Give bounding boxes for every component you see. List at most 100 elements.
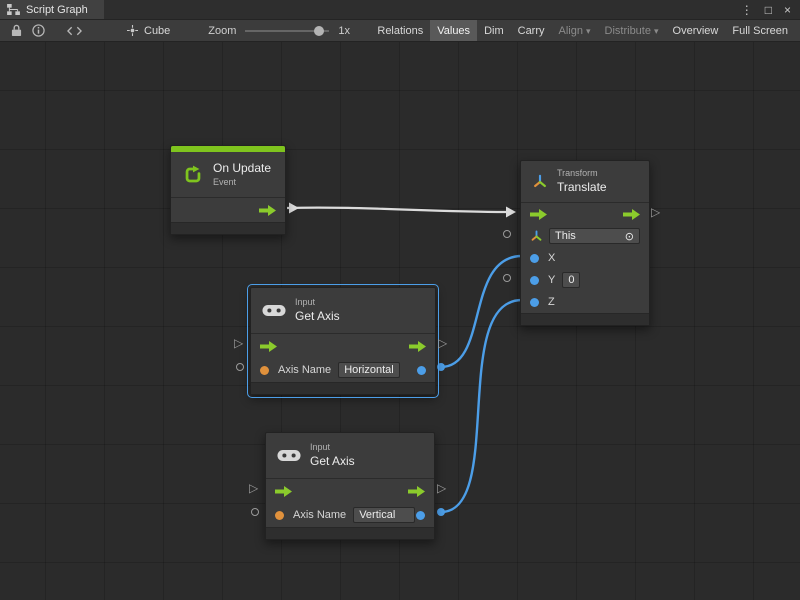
toolbar-button-label: Full Screen bbox=[732, 25, 788, 37]
axis-name-field[interactable]: Vertical bbox=[353, 507, 415, 523]
target-icon bbox=[127, 25, 138, 36]
node-title: On Update bbox=[213, 161, 271, 177]
lock-icon bbox=[11, 24, 22, 37]
gamepad-icon bbox=[277, 448, 301, 463]
node-title: Translate bbox=[557, 180, 607, 196]
wire-endpoint-dot bbox=[437, 363, 445, 371]
toolbar-button-label: Overview bbox=[673, 25, 719, 37]
axis-name-label: Axis Name bbox=[278, 364, 331, 376]
code-icon bbox=[67, 26, 82, 36]
wire-flow-update-to-translate[interactable] bbox=[287, 208, 506, 212]
transform-mini-icon bbox=[530, 230, 543, 243]
info-icon bbox=[32, 24, 45, 37]
toolbar-button-fullscreen[interactable]: Full Screen bbox=[725, 20, 795, 41]
zoom-value: 1x bbox=[338, 25, 350, 37]
flow-output-port[interactable] bbox=[623, 209, 640, 220]
node-on-update-header: On Update Event bbox=[171, 152, 285, 198]
lock-button[interactable] bbox=[5, 22, 27, 40]
node-translate[interactable]: Transform Translate This bbox=[520, 160, 650, 326]
toolbar-button-label: Relations bbox=[377, 25, 423, 37]
node-footer bbox=[251, 382, 435, 394]
code-view-button[interactable] bbox=[63, 22, 85, 40]
this-object-field[interactable]: This ⊙ bbox=[549, 228, 640, 244]
axis-name-input-port[interactable] bbox=[275, 511, 284, 520]
toolbar-button-label: Align bbox=[559, 25, 583, 37]
node-translate-header: Transform Translate bbox=[521, 161, 649, 203]
port-y[interactable] bbox=[530, 276, 539, 285]
graph-target-selector[interactable]: Cube bbox=[119, 25, 178, 37]
node-get-axis-horizontal[interactable]: Input Get Axis Axis Name Horizontal bbox=[250, 287, 436, 395]
flow-output-port[interactable] bbox=[408, 486, 425, 497]
zoom-label: Zoom bbox=[208, 25, 236, 37]
graph-canvas[interactable]: On Update Event Transform Transl bbox=[0, 42, 800, 600]
close-icon[interactable]: × bbox=[784, 4, 791, 16]
flow-continuation-port-icon[interactable]: ▷ bbox=[437, 482, 446, 494]
toolbar-button-align[interactable]: Align ▾ bbox=[552, 20, 598, 41]
transform-icon bbox=[532, 174, 548, 190]
toolbar-button-carry[interactable]: Carry bbox=[511, 20, 552, 41]
node-on-update[interactable]: On Update Event bbox=[170, 145, 286, 235]
object-picker-icon[interactable]: ⊙ bbox=[625, 230, 634, 243]
axis-value-output-port[interactable] bbox=[416, 511, 425, 520]
node-category: Input bbox=[295, 297, 340, 309]
node-title: Get Axis bbox=[310, 454, 355, 470]
axis-name-input-port[interactable] bbox=[260, 366, 269, 375]
node-category: Input bbox=[310, 442, 355, 454]
zoom-slider-handle[interactable] bbox=[314, 26, 324, 36]
tab-script-graph[interactable]: Script Graph bbox=[0, 0, 104, 19]
wire-flow-start-arrow-icon bbox=[289, 203, 299, 214]
node-get-axis-vertical[interactable]: Input Get Axis Axis Name Vertical bbox=[265, 432, 435, 540]
tab-title: Script Graph bbox=[26, 4, 88, 16]
wire-horizontal-to-x[interactable] bbox=[441, 256, 522, 367]
node-footer bbox=[521, 313, 649, 325]
script-graph-icon bbox=[7, 4, 20, 15]
axis-name-field[interactable]: Horizontal bbox=[338, 362, 400, 378]
port-x-label: X bbox=[548, 252, 555, 264]
flow-continuation-port-icon[interactable]: ▷ bbox=[651, 206, 660, 218]
wire-vertical-to-z[interactable] bbox=[441, 300, 522, 512]
zoom-slider[interactable] bbox=[245, 25, 329, 37]
axis-name-port-ring[interactable] bbox=[251, 508, 259, 516]
flow-entry-port-icon[interactable]: ▷ bbox=[234, 337, 243, 349]
node-category: Transform bbox=[557, 168, 607, 180]
toolbar-button-label: Carry bbox=[518, 25, 545, 37]
port-z-label: Z bbox=[548, 296, 555, 308]
window-menu-icon[interactable]: ⋮ bbox=[741, 4, 753, 16]
flow-continuation-port-icon[interactable]: ▷ bbox=[438, 337, 447, 349]
this-input-port-ring[interactable] bbox=[503, 230, 511, 238]
maximize-icon[interactable]: □ bbox=[765, 4, 772, 16]
flow-input-port[interactable] bbox=[530, 209, 547, 220]
gamepad-icon bbox=[262, 303, 286, 318]
node-footer bbox=[171, 222, 285, 234]
y-input-port-ring[interactable] bbox=[503, 274, 511, 282]
flow-entry-port-icon[interactable]: ▷ bbox=[249, 482, 258, 494]
wire-flow-end-arrow-icon bbox=[506, 207, 516, 218]
y-value-field[interactable]: 0 bbox=[562, 272, 580, 288]
toolbar-button-distribute[interactable]: Distribute ▾ bbox=[598, 20, 666, 41]
axis-value-output-port[interactable] bbox=[417, 366, 426, 375]
toolbar-button-label: Dim bbox=[484, 25, 504, 37]
flow-input-port[interactable] bbox=[260, 341, 277, 352]
titlebar-spacer bbox=[104, 0, 732, 19]
flow-output-port[interactable] bbox=[259, 205, 276, 216]
toolbar-button-overview[interactable]: Overview bbox=[666, 20, 726, 41]
node-title: Get Axis bbox=[295, 309, 340, 325]
node-get-axis-horizontal-header: Input Get Axis bbox=[251, 288, 435, 334]
toolbar-button-dim[interactable]: Dim bbox=[477, 20, 511, 41]
toolbar-button-relations[interactable]: Relations bbox=[370, 20, 430, 41]
flow-output-port[interactable] bbox=[409, 341, 426, 352]
dropdown-caret-icon: ▾ bbox=[654, 26, 659, 37]
dropdown-caret-icon: ▾ bbox=[586, 26, 591, 37]
wire-endpoint-dot bbox=[437, 508, 445, 516]
toolbar-button-values[interactable]: Values bbox=[430, 20, 477, 41]
info-button[interactable] bbox=[27, 22, 49, 40]
this-field-value: This bbox=[555, 230, 576, 242]
graph-toolbar: Cube Zoom 1x Relations Values Dim Carry … bbox=[0, 20, 800, 42]
port-z[interactable] bbox=[530, 298, 539, 307]
update-loop-icon bbox=[182, 164, 204, 186]
window-titlebar: Script Graph ⋮ □ × bbox=[0, 0, 800, 20]
port-x[interactable] bbox=[530, 254, 539, 263]
flow-input-port[interactable] bbox=[275, 486, 292, 497]
target-label: Cube bbox=[144, 25, 170, 37]
axis-name-port-ring[interactable] bbox=[236, 363, 244, 371]
